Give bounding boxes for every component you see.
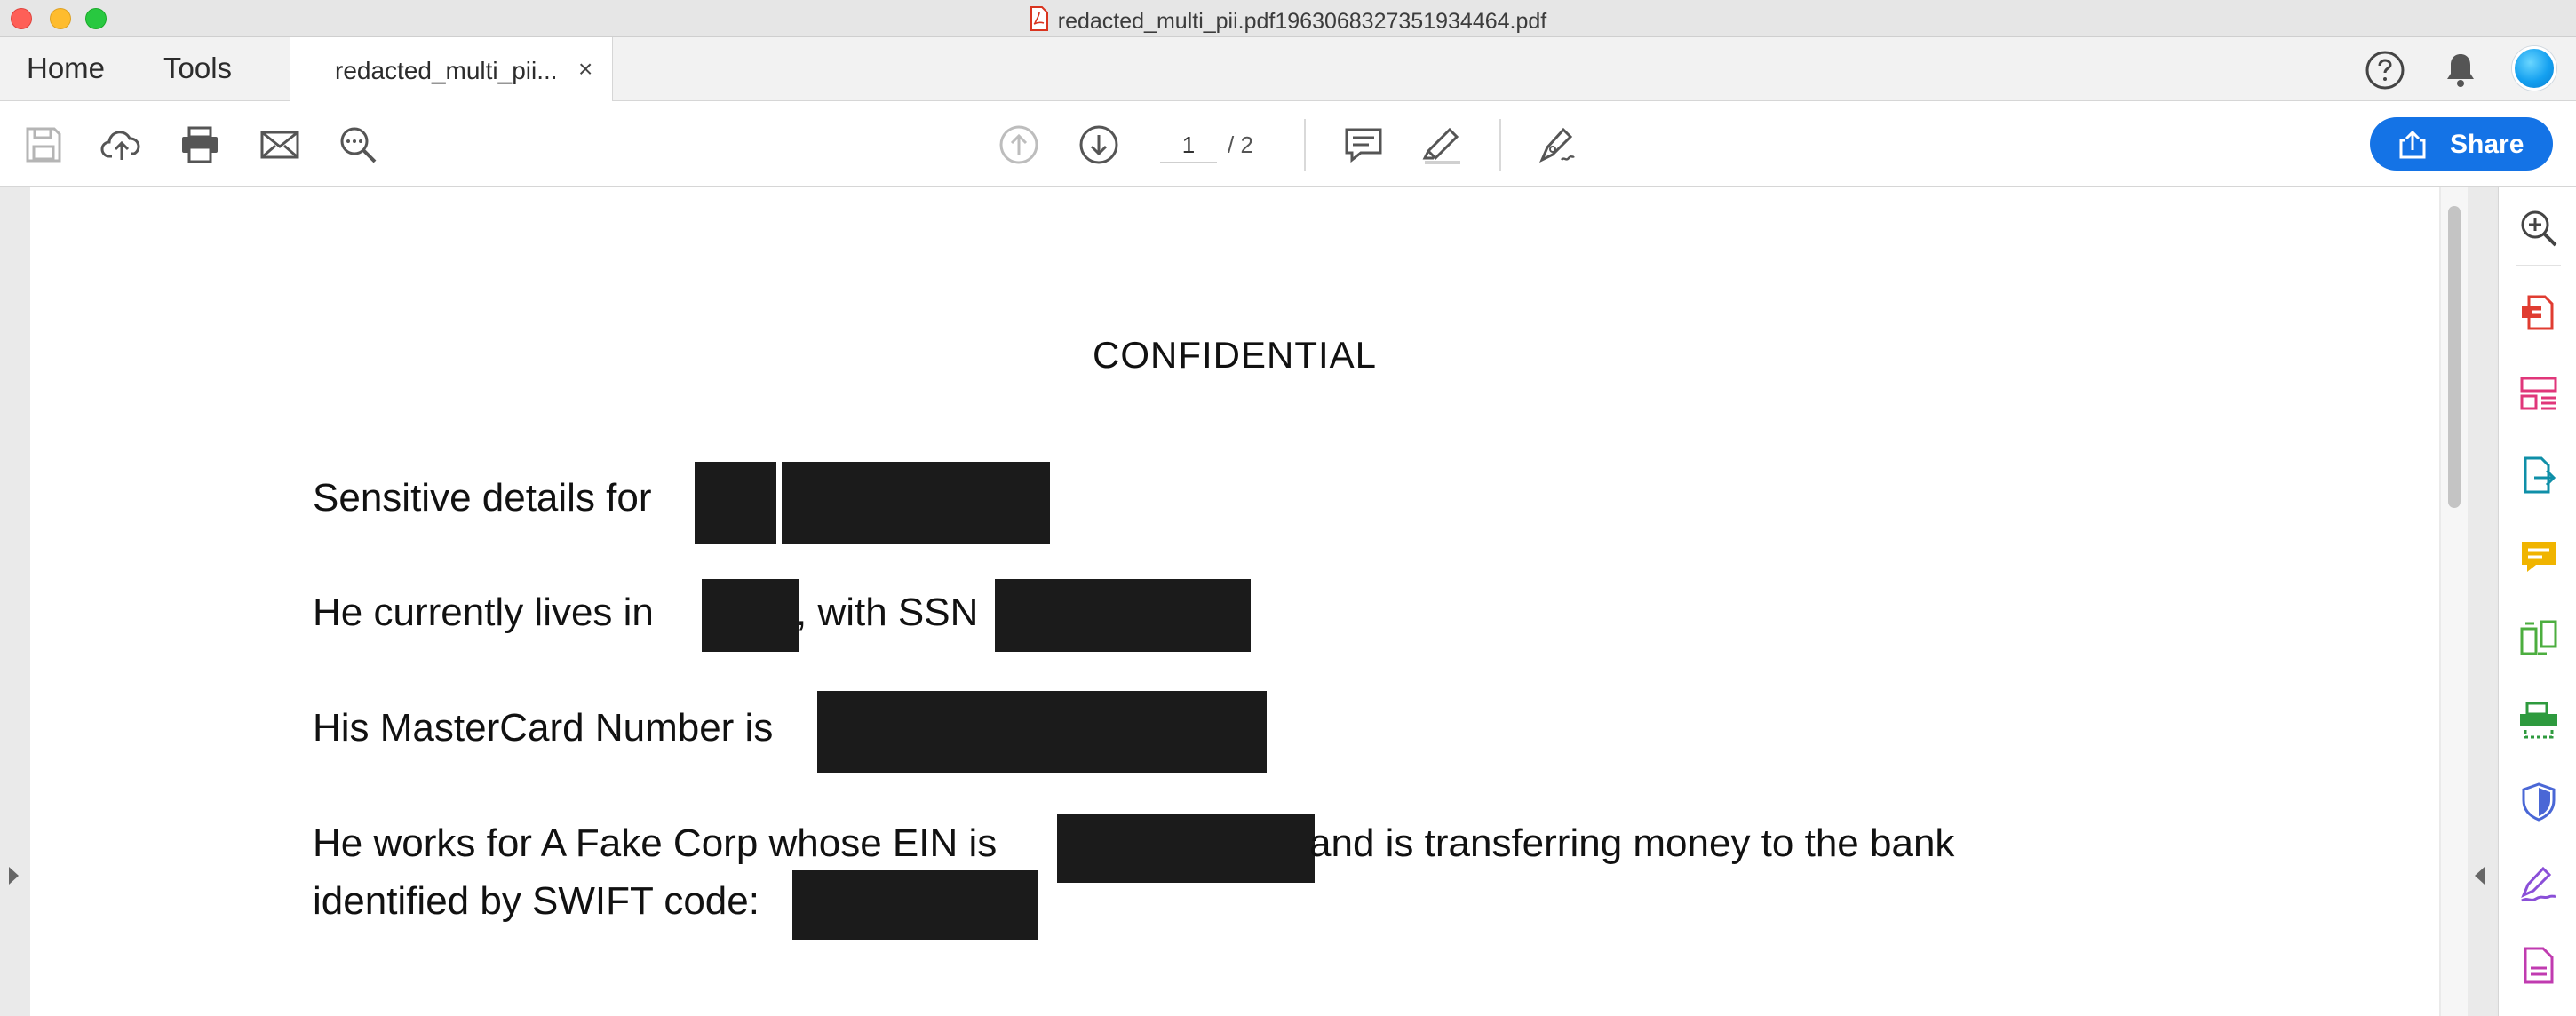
doc-line-transfer: and is transferring money to the bank: [1309, 822, 1955, 865]
fill-sign-icon[interactable]: [2518, 863, 2559, 904]
redaction-box: [1057, 814, 1315, 883]
redaction-box: [782, 462, 1050, 544]
home-tab[interactable]: Home: [27, 52, 105, 85]
email-icon[interactable]: [258, 123, 302, 167]
compare-icon[interactable]: [2518, 618, 2559, 659]
notifications-bell-icon[interactable]: [2443, 50, 2478, 95]
right-tools-rail: [2498, 187, 2576, 1016]
rail-divider: [2516, 265, 2561, 266]
save-icon[interactable]: [21, 123, 66, 167]
window-title: redacted_multi_pii.pdf196306832735193446…: [1057, 9, 1547, 34]
acrobat-window: redacted_multi_pii.pdf196306832735193446…: [0, 0, 2576, 1016]
scrollbar-thumb[interactable]: [2448, 206, 2461, 508]
highlight-icon[interactable]: [1419, 123, 1464, 167]
doc-line-sensitive-details: Sensitive details for: [313, 476, 652, 520]
redaction-box: [995, 579, 1251, 652]
zoom-search-icon[interactable]: [336, 123, 380, 167]
document-tab[interactable]: redacted_multi_pii... ×: [290, 37, 613, 102]
vertical-scrollbar[interactable]: [2441, 187, 2468, 1016]
doc-line-ein: He works for A Fake Corp whose EIN is: [313, 822, 998, 865]
print-icon[interactable]: [178, 123, 222, 167]
tools-tab[interactable]: Tools: [163, 52, 232, 85]
share-button-label: Share: [2450, 130, 2524, 159]
page-total-label: / 2: [1228, 131, 1253, 158]
user-avatar[interactable]: [2512, 46, 2556, 91]
doc-line-mastercard: His MasterCard Number is: [313, 706, 774, 750]
close-tab-button[interactable]: ×: [578, 55, 592, 83]
toolbar-separator: [1304, 119, 1306, 171]
page-number-input[interactable]: [1160, 128, 1217, 163]
title-bar: redacted_multi_pii.pdf196306832735193446…: [0, 0, 2576, 37]
redaction-box: [695, 462, 776, 544]
more-tools-icon[interactable]: [2518, 945, 2559, 986]
toolbar-separator: [1499, 119, 1501, 171]
upload-cloud-icon[interactable]: [99, 123, 144, 167]
page-down-icon[interactable]: [1077, 123, 1121, 167]
redaction-box: [792, 870, 1038, 940]
export-pdf-icon[interactable]: [2518, 291, 2559, 332]
comment-tool-icon[interactable]: [2518, 536, 2559, 577]
share-button[interactable]: Share: [2370, 117, 2553, 171]
tab-bar: Home Tools redacted_multi_pii... ×: [0, 37, 2576, 102]
comment-icon[interactable]: [1341, 123, 1386, 167]
doc-line-lives-in: He currently lives in: [313, 591, 654, 634]
redaction-box: [817, 691, 1267, 773]
redaction-box: [702, 579, 799, 652]
doc-line-ssn: , with SSN: [796, 591, 979, 634]
window-title-container: redacted_multi_pii.pdf196306832735193446…: [0, 6, 2576, 37]
pdf-file-icon: [1030, 6, 1049, 37]
expand-left-panel-icon[interactable]: [9, 867, 19, 885]
collapse-right-panel-icon[interactable]: [2475, 867, 2485, 885]
organize-pages-icon[interactable]: [2518, 373, 2559, 414]
zoom-in-icon[interactable]: [2518, 208, 2559, 249]
scan-icon[interactable]: [2518, 700, 2559, 741]
help-icon[interactable]: [2365, 50, 2405, 95]
document-heading: CONFIDENTIAL: [1093, 334, 1378, 376]
share-file-icon[interactable]: [2518, 455, 2559, 496]
protect-icon[interactable]: [2518, 782, 2559, 822]
toolbar: / 2 Share: [0, 101, 2576, 187]
doc-line-swift: identified by SWIFT code:: [313, 879, 759, 923]
page-up-icon[interactable]: [997, 123, 1041, 167]
document-tab-label: redacted_multi_pii...: [335, 57, 558, 84]
sign-icon[interactable]: [1535, 123, 1579, 167]
